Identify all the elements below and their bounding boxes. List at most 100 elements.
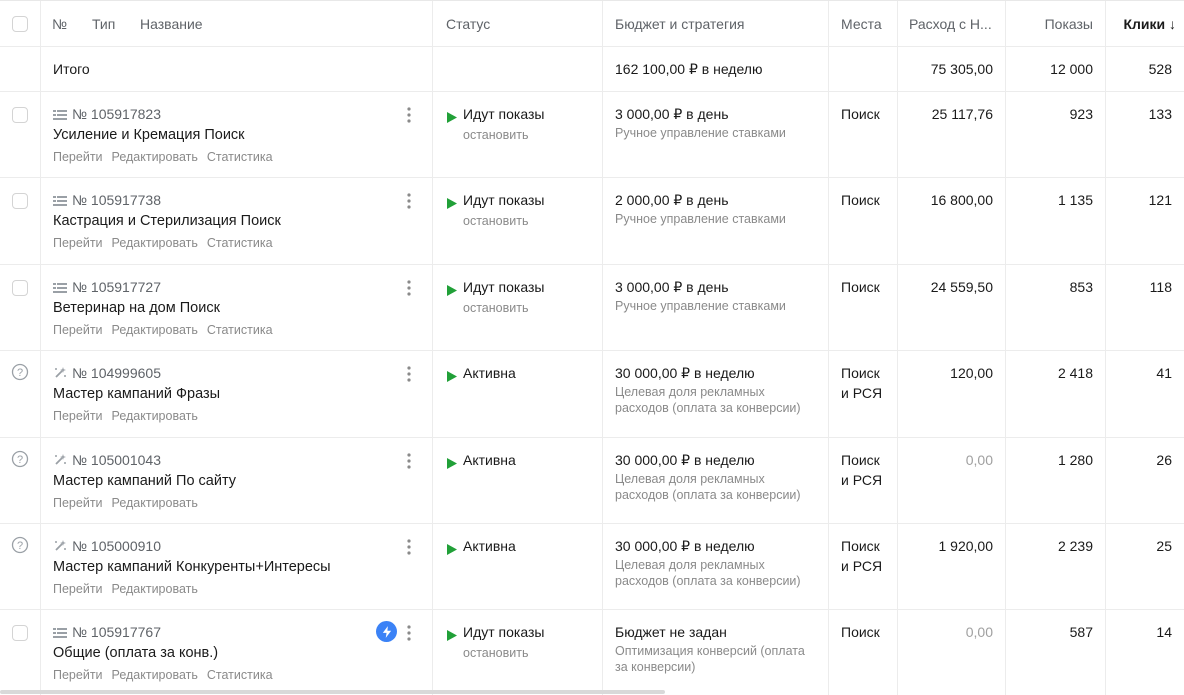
budget-value: 30 000,00 ₽ в неделю bbox=[615, 451, 755, 468]
status-label: Идут показы bbox=[463, 624, 545, 641]
text-campaign-icon bbox=[53, 626, 67, 639]
go-link[interactable]: Перейти bbox=[53, 409, 103, 423]
more-icon[interactable] bbox=[406, 538, 412, 556]
row-checkbox[interactable] bbox=[12, 107, 28, 123]
edit-link[interactable]: Редактировать bbox=[112, 582, 198, 596]
edit-link[interactable]: Редактировать bbox=[112, 409, 198, 423]
shows-value: 2 239 bbox=[1057, 538, 1093, 554]
go-link[interactable]: Перейти bbox=[53, 323, 103, 337]
stats-link[interactable]: Статистика bbox=[207, 236, 273, 250]
places-value: Поиск bbox=[841, 451, 880, 468]
header-type[interactable]: Тип bbox=[92, 16, 115, 32]
strategy-label: Целевая доля рекламных расходов (оплата … bbox=[615, 471, 801, 502]
row-checkbox[interactable] bbox=[12, 625, 28, 642]
budget-value: 30 000,00 ₽ в неделю bbox=[615, 538, 755, 554]
clicks-value: 41 bbox=[1156, 365, 1172, 382]
table-row: № 105917738 Кастрация и Стерилизация Поис… bbox=[0, 178, 1184, 265]
campaign-number: № 105917727 bbox=[72, 278, 161, 295]
go-link[interactable]: Перейти bbox=[53, 150, 103, 164]
svg-text:?: ? bbox=[17, 454, 23, 466]
header-name[interactable]: Название bbox=[140, 16, 203, 32]
more-icon[interactable] bbox=[406, 365, 412, 383]
spend-value: 25 117,76 bbox=[931, 106, 993, 122]
edit-link[interactable]: Редактировать bbox=[112, 323, 198, 337]
status-label: Активна bbox=[463, 365, 516, 382]
campaign-title[interactable]: Мастер кампаний Конкуренты+Интересы bbox=[53, 559, 331, 575]
header-budget[interactable]: Бюджет и стратегия bbox=[615, 16, 744, 32]
stats-link[interactable]: Статистика bbox=[207, 668, 273, 682]
clicks-value: 26 bbox=[1156, 451, 1172, 468]
status-label: Идут показы bbox=[463, 106, 545, 122]
campaign-number: № 105917823 bbox=[72, 106, 161, 122]
total-label: Итого bbox=[53, 61, 90, 77]
places-value-2: и РСЯ bbox=[841, 558, 883, 574]
stop-link[interactable]: остановить bbox=[463, 301, 528, 315]
campaign-title[interactable]: Мастер кампаний По сайту bbox=[53, 473, 236, 489]
total-budget: 162 100,00 ₽ в неделю bbox=[615, 61, 763, 77]
master-campaign-icon bbox=[53, 453, 67, 465]
status-label: Идут показы bbox=[463, 278, 545, 295]
stop-link[interactable]: остановить bbox=[463, 214, 528, 228]
header-spend[interactable]: Расход с Н... bbox=[909, 16, 992, 32]
places-value: Поиск bbox=[841, 538, 880, 554]
campaign-links: Перейти Редактировать Статистика bbox=[53, 668, 282, 682]
horizontal-scrollbar[interactable] bbox=[0, 690, 665, 694]
places-value: Поиск bbox=[841, 278, 880, 295]
campaign-number: № 105000910 bbox=[72, 538, 161, 554]
table-row: № 105917767 Общие (оплата за конв.) Перейт… bbox=[0, 610, 1184, 695]
more-icon[interactable] bbox=[406, 192, 412, 210]
stats-link[interactable]: Статистика bbox=[207, 150, 273, 164]
go-link[interactable]: Перейти bbox=[53, 668, 103, 682]
shows-value: 1 135 bbox=[1057, 192, 1093, 209]
campaign-title[interactable]: Мастер кампаний Фразы bbox=[53, 386, 220, 402]
help-icon[interactable]: ? bbox=[11, 363, 29, 381]
header-status[interactable]: Статус bbox=[446, 16, 490, 32]
header-shows[interactable]: Показы bbox=[1045, 16, 1093, 32]
master-campaign-icon bbox=[53, 366, 67, 378]
shows-value: 587 bbox=[1069, 624, 1093, 641]
edit-link[interactable]: Редактировать bbox=[112, 668, 198, 682]
header-number[interactable]: № bbox=[52, 16, 67, 32]
row-checkbox[interactable] bbox=[12, 193, 28, 210]
campaign-title[interactable]: Общие (оплата за конв.) bbox=[53, 645, 218, 661]
go-link[interactable]: Перейти bbox=[53, 496, 103, 510]
select-all-checkbox[interactable] bbox=[12, 16, 28, 32]
more-icon[interactable] bbox=[406, 452, 412, 470]
shows-value: 853 bbox=[1069, 278, 1093, 295]
strategy-label: Целевая доля рекламных расходов (оплата … bbox=[615, 385, 801, 416]
table-row: № 105917823 Усиление и Кремация Поиск Пере… bbox=[0, 92, 1184, 179]
master-campaign-icon bbox=[53, 539, 67, 551]
campaign-number: № 105917767 bbox=[72, 624, 161, 641]
help-icon[interactable]: ? bbox=[11, 450, 29, 468]
spend-value: 120,00 bbox=[950, 365, 993, 382]
more-icon[interactable] bbox=[406, 624, 412, 642]
lightning-icon[interactable] bbox=[376, 621, 397, 643]
campaign-title[interactable]: Кастрация и Стерилизация Поиск bbox=[53, 213, 281, 229]
stats-link[interactable]: Статистика bbox=[207, 323, 273, 337]
edit-link[interactable]: Редактировать bbox=[112, 150, 198, 164]
spend-value: 0,00 bbox=[965, 624, 993, 641]
spend-value: 16 800,00 bbox=[930, 192, 993, 209]
go-link[interactable]: Перейти bbox=[53, 236, 103, 250]
clicks-value: 121 bbox=[1148, 192, 1172, 209]
places-value: Поиск bbox=[841, 106, 880, 122]
more-icon[interactable] bbox=[406, 106, 412, 124]
clicks-value: 133 bbox=[1148, 106, 1172, 122]
campaign-links: Перейти Редактировать Статистика bbox=[53, 323, 282, 337]
stop-link[interactable]: остановить bbox=[463, 646, 528, 660]
stop-link[interactable]: остановить bbox=[463, 128, 528, 142]
edit-link[interactable]: Редактировать bbox=[112, 236, 198, 250]
go-link[interactable]: Перейти bbox=[53, 582, 103, 596]
row-checkbox[interactable] bbox=[12, 279, 28, 296]
header-clicks-sorted[interactable]: Клики ↓ bbox=[1123, 16, 1176, 32]
campaign-title[interactable]: Ветеринар на дом Поиск bbox=[53, 300, 220, 316]
campaign-title[interactable]: Усиление и Кремация Поиск bbox=[53, 127, 245, 143]
budget-value: Бюджет не задан bbox=[615, 624, 727, 641]
campaign-number: № 104999605 bbox=[72, 365, 161, 382]
campaign-number: № 105001043 bbox=[72, 451, 161, 468]
clicks-value: 14 bbox=[1156, 624, 1172, 641]
header-places[interactable]: Места bbox=[841, 16, 882, 32]
help-icon[interactable]: ? bbox=[11, 536, 29, 554]
edit-link[interactable]: Редактировать bbox=[112, 496, 198, 510]
more-icon[interactable] bbox=[406, 279, 412, 297]
